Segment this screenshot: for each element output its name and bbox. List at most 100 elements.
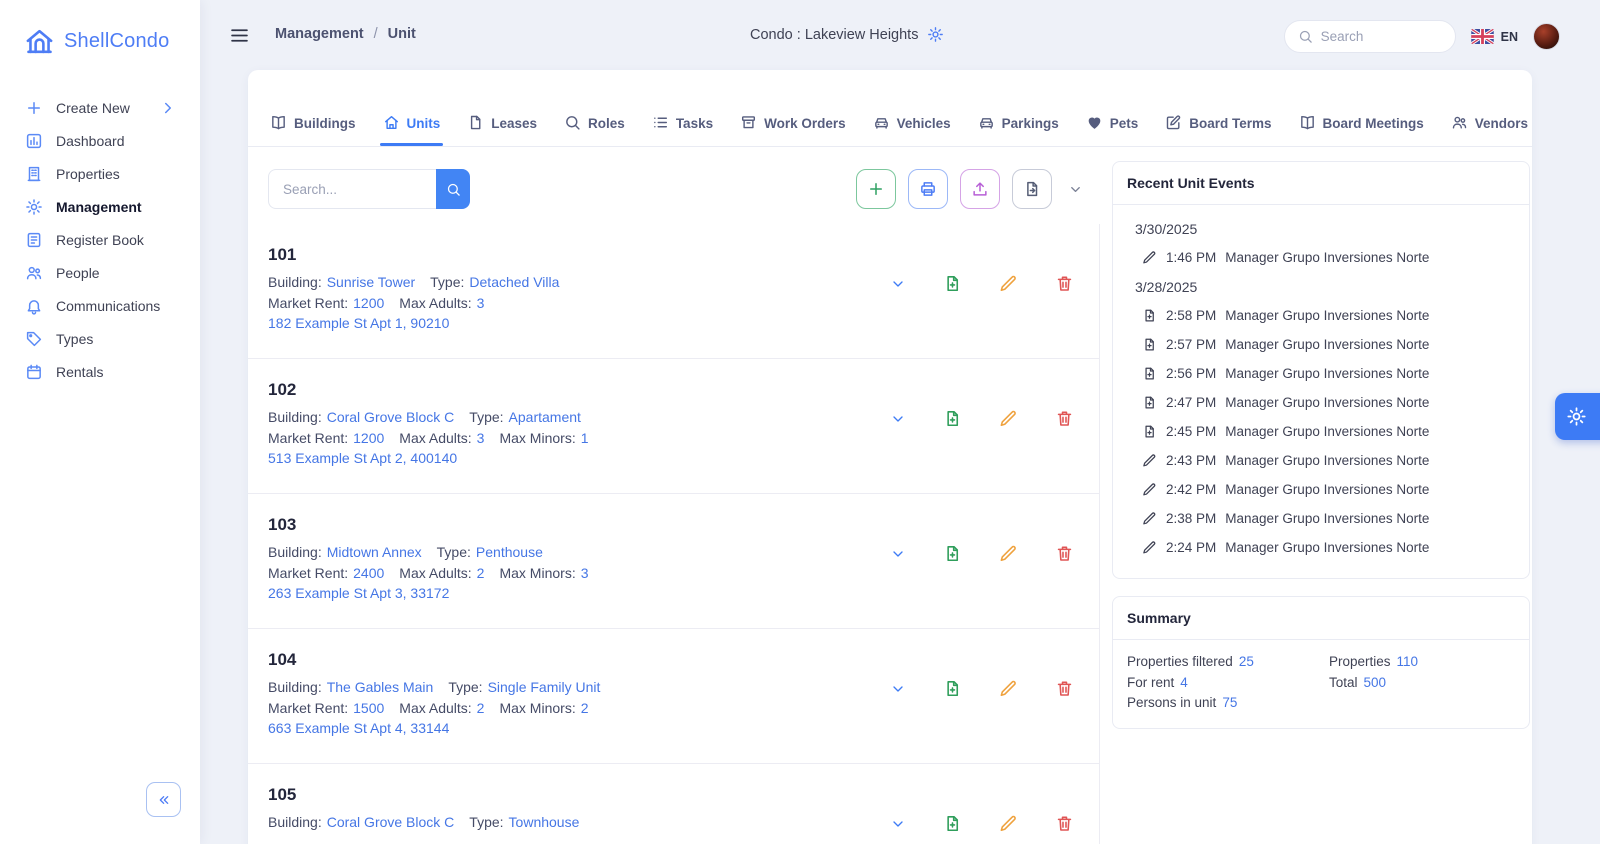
events-panel-title: Recent Unit Events [1113,162,1529,205]
pencil-icon [1142,482,1157,497]
tab[interactable]: Vehicles [873,70,951,146]
market-rent-value: 2400 [353,564,385,581]
sidebar-item[interactable]: Management [0,190,200,223]
delete-unit-icon[interactable] [1055,544,1074,563]
unit-search-button[interactable] [436,169,470,209]
delete-unit-icon[interactable] [1055,274,1074,293]
market-rent-label: Market Rent: [268,699,349,716]
expand-unit-icon[interactable] [890,546,906,562]
edit-unit-icon[interactable] [999,679,1018,698]
event-time: 2:45 PM [1166,424,1217,439]
type-link[interactable]: Townhouse [509,812,580,833]
menu-icon[interactable] [229,25,250,46]
tab[interactable]: Board Terms [1165,70,1272,146]
unit-number: 103 [268,515,297,534]
bell-icon [25,297,43,315]
tab[interactable]: Parkings [978,70,1059,146]
sidebar-collapse-button[interactable] [146,782,181,817]
book-open-icon [1299,114,1316,131]
tab[interactable]: Work Orders [740,70,846,146]
sidebar-item[interactable]: Communications [0,289,200,322]
unit-building: Building: Coral Grove Block C [268,812,454,833]
sidebar-item[interactable]: Rentals [0,355,200,388]
edit-unit-icon[interactable] [999,274,1018,293]
people-icon [25,264,43,282]
events-list: 3/30/2025 1:46 PM Manager Grupo Inversio… [1113,205,1529,578]
expand-unit-icon[interactable] [890,681,906,697]
global-search-input[interactable] [1320,29,1442,44]
tab[interactable]: Leases [467,70,537,146]
export-button[interactable] [1012,169,1052,209]
expand-unit-icon[interactable] [890,276,906,292]
condo-settings-icon[interactable] [927,26,944,43]
sidebar-item[interactable]: Create New [0,91,200,124]
building-link[interactable]: Sunrise Tower [327,272,415,293]
tab[interactable]: Units [379,70,443,146]
more-actions-button[interactable] [1064,169,1086,209]
tab[interactable]: Pets [1086,70,1138,146]
summary-stat: Properties filtered 25 [1127,653,1329,671]
tab[interactable]: Buildings [270,70,356,146]
sidebar-item[interactable]: People [0,256,200,289]
unit-number: 104 [268,650,297,669]
topbar-right: EN [1283,20,1560,53]
event-row: 2:56 PM Manager Grupo Inversiones Norte [1135,359,1521,388]
expand-unit-icon[interactable] [890,411,906,427]
sidebar-item[interactable]: Types [0,322,200,355]
add-document-icon[interactable] [943,274,962,293]
delete-unit-icon[interactable] [1055,409,1074,428]
add-unit-button[interactable] [856,169,896,209]
add-document-icon[interactable] [943,409,962,428]
edit-unit-icon[interactable] [999,814,1018,833]
sidebar-item[interactable]: Register Book [0,223,200,256]
unit-search-input[interactable] [268,169,436,209]
breadcrumb-section[interactable]: Management [275,26,364,42]
delete-unit-icon[interactable] [1055,679,1074,698]
unit-market-rent: Market Rent: 1200 [268,293,384,314]
unit-address-link[interactable]: 513 Example St Apt 2, 400140 [268,448,457,469]
unit-address-link[interactable]: 263 Example St Apt 3, 33172 [268,583,449,604]
building-link[interactable]: The Gables Main [327,677,434,698]
max-adults-label: Max Adults: [399,429,472,446]
event-user: Manager Grupo Inversiones Norte [1225,424,1430,439]
tab[interactable]: Board Meetings [1299,70,1424,146]
building-link[interactable]: Coral Grove Block C [327,407,455,428]
theme-settings-button[interactable] [1555,393,1600,440]
print-button[interactable] [908,169,948,209]
event-user: Manager Grupo Inversiones Norte [1225,337,1430,352]
language-switcher[interactable]: EN [1470,29,1518,44]
event-user: Manager Grupo Inversiones Norte [1225,540,1430,555]
event-row: 2:43 PM Manager Grupo Inversiones Norte [1135,446,1521,475]
unit-max-adults: Max Adults: 2 [399,563,484,584]
type-link[interactable]: Single Family Unit [488,677,601,698]
sidebar-item[interactable]: Properties [0,157,200,190]
add-document-icon[interactable] [943,544,962,563]
edit-unit-icon[interactable] [999,409,1018,428]
tab[interactable]: Roles [564,70,625,146]
sidebar-item[interactable]: Dashboard [0,124,200,157]
unit-row-actions [890,274,1074,293]
upload-button[interactable] [960,169,1000,209]
building-link[interactable]: Midtown Annex [327,542,422,563]
edit-unit-icon[interactable] [999,544,1018,563]
app-logo[interactable]: ShellCondo [0,0,200,57]
building-link[interactable]: Coral Grove Block C [327,812,455,833]
add-document-icon[interactable] [943,679,962,698]
add-document-icon[interactable] [943,814,962,833]
delete-unit-icon[interactable] [1055,814,1074,833]
archive-icon [740,114,757,131]
type-link[interactable]: Detached Villa [469,272,559,293]
unit-address-link[interactable]: 663 Example St Apt 4, 33144 [268,718,449,739]
car-icon [978,114,995,131]
condo-selector: Condo : Lakeview Heights [750,26,944,43]
tab[interactable]: Tasks [652,70,713,146]
expand-unit-icon[interactable] [890,816,906,832]
max-minors-label: Max Minors: [499,699,576,716]
unit-address-link[interactable]: 182 Example St Apt 1, 90210 [268,313,449,334]
type-link[interactable]: Apartament [509,407,581,428]
breadcrumb-page[interactable]: Unit [388,26,416,42]
user-avatar[interactable] [1533,23,1560,50]
type-link[interactable]: Penthouse [476,542,543,563]
tab[interactable]: Vendors [1451,70,1528,146]
file-icon [467,114,484,131]
